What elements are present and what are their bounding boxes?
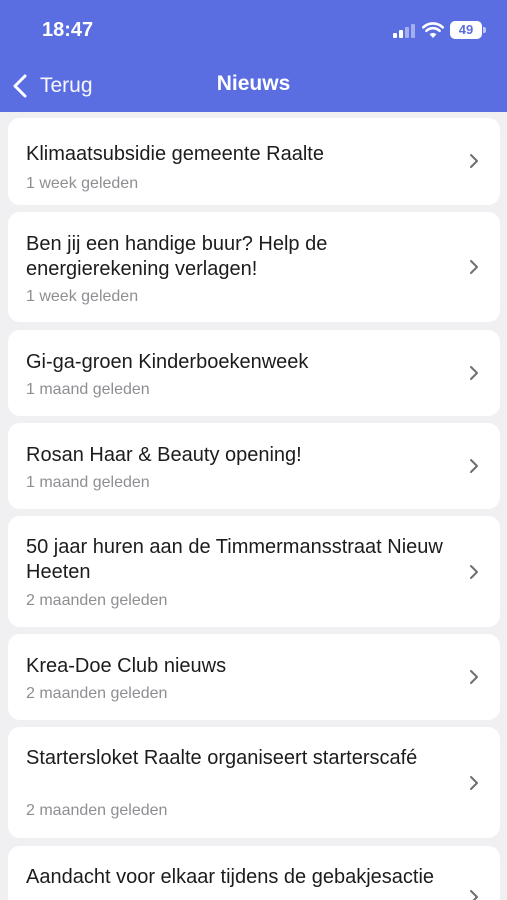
news-item-age: 2 maanden geleden bbox=[26, 592, 168, 609]
news-item[interactable]: Rosan Haar & Beauty opening! 1 maand gel… bbox=[8, 423, 500, 509]
wifi-icon bbox=[422, 22, 444, 38]
news-item-title: Krea-Doe Club nieuws bbox=[26, 655, 227, 677]
news-item[interactable]: Krea-Doe Club nieuws 2 maanden geleden bbox=[8, 634, 500, 720]
news-item-title: Ben jij een handige buur? Help de energi… bbox=[26, 233, 328, 280]
news-item-title: Klimaatsubsidie gemeente Raalte bbox=[26, 143, 324, 165]
news-item-age: 1 week geleden bbox=[26, 175, 139, 192]
chevron-right-icon bbox=[470, 890, 478, 900]
news-item[interactable]: Klimaatsubsidie gemeente Raalte 1 week g… bbox=[8, 118, 500, 205]
cellular-signal-icon bbox=[393, 24, 415, 38]
chevron-right-icon bbox=[470, 776, 478, 790]
news-item-age: 2 maanden geleden bbox=[26, 685, 168, 702]
battery-icon: 49 bbox=[450, 21, 482, 39]
news-item[interactable]: 50 jaar huren aan de Timmermansstraat Ni… bbox=[8, 516, 500, 627]
news-item-age: 1 maand geleden bbox=[26, 474, 150, 491]
news-item-title: Aandacht voor elkaar tijdens de gebakjes… bbox=[26, 866, 435, 888]
news-item[interactable]: Ben jij een handige buur? Help de energi… bbox=[8, 212, 500, 322]
news-item[interactable]: Gi-ga-groen Kinderboekenweek 1 maand gel… bbox=[8, 330, 500, 416]
status-time: 18:47 bbox=[42, 19, 94, 41]
chevron-right-icon bbox=[470, 670, 478, 684]
chevron-right-icon bbox=[470, 260, 478, 274]
news-item-title: Startersloket Raalte organiseert starter… bbox=[26, 747, 418, 769]
news-item-title: 50 jaar huren aan de Timmermansstraat Ni… bbox=[26, 536, 443, 583]
news-item-age: 1 maand geleden bbox=[26, 381, 150, 398]
chevron-right-icon bbox=[470, 459, 478, 473]
chevron-right-icon bbox=[470, 366, 478, 380]
page-title: Nieuws bbox=[216, 72, 291, 95]
news-item-age: 2 maanden geleden bbox=[26, 802, 168, 819]
chevron-right-icon bbox=[470, 154, 478, 168]
chevron-right-icon bbox=[470, 565, 478, 579]
news-item-title: Gi-ga-groen Kinderboekenweek bbox=[26, 351, 309, 373]
news-item-age: 1 week geleden bbox=[26, 288, 139, 305]
battery-tip bbox=[483, 27, 486, 33]
status-bar: 18:47 49 bbox=[0, 0, 507, 60]
news-item[interactable]: Aandacht voor elkaar tijdens de gebakjes… bbox=[8, 846, 500, 900]
news-item-title: Rosan Haar & Beauty opening! bbox=[26, 444, 302, 466]
navigation-header: 18:47 49 Terug Nieuws bbox=[0, 0, 507, 112]
news-item[interactable]: Startersloket Raalte organiseert starter… bbox=[8, 727, 500, 838]
